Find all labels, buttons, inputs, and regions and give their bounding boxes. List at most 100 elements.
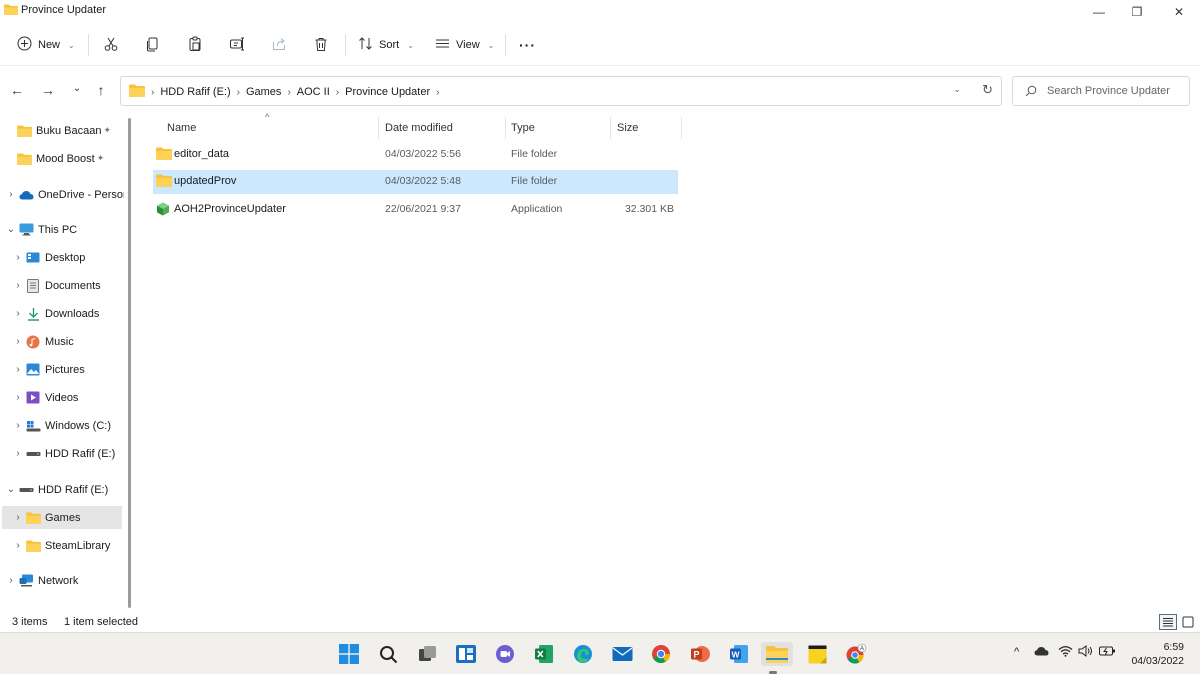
sidebar-item-hdd-rafif-e[interactable]: › HDD Rafif (E:)	[11, 442, 131, 465]
nav-pane-scrollbar[interactable]	[128, 118, 131, 608]
powerpoint-button[interactable]: P	[688, 642, 712, 666]
edge-button[interactable]	[571, 642, 595, 666]
start-button[interactable]	[337, 642, 361, 666]
sidebar-item-music[interactable]: › Music	[11, 330, 131, 353]
chevron-right-icon[interactable]: ›	[11, 252, 25, 263]
new-button[interactable]: New ⌄	[17, 33, 75, 57]
task-view-button[interactable]	[415, 642, 439, 666]
column-header-date[interactable]: Date modified	[385, 117, 453, 139]
sort-button[interactable]: Sort ⌄	[358, 33, 414, 57]
sidebar-item-videos[interactable]: › Videos	[11, 386, 131, 409]
breadcrumb-item[interactable]: Province Updater	[345, 86, 430, 98]
breadcrumb-separator[interactable]: ›	[287, 87, 290, 98]
column-header-type[interactable]: Type	[511, 117, 535, 139]
sidebar-item-desktop[interactable]: › Desktop	[11, 246, 131, 269]
sidebar-item-games[interactable]: › Games	[2, 506, 122, 529]
rename-button[interactable]	[229, 33, 245, 57]
column-divider[interactable]	[610, 117, 611, 139]
chevron-right-icon[interactable]: ›	[11, 420, 25, 431]
file-date: 22/06/2021 9:37	[385, 203, 461, 215]
forward-button[interactable]: →	[39, 81, 57, 99]
details-view-button[interactable]	[1159, 614, 1177, 630]
table-row[interactable]: editor_data 04/03/2022 5:56 File folder	[153, 143, 678, 167]
table-row[interactable]: updatedProv 04/03/2022 5:48 File folder	[153, 170, 678, 194]
sidebar-item-mood-boost[interactable]: Mood Boost ✦	[2, 147, 122, 170]
chrome-profile-button[interactable]: A	[844, 642, 868, 666]
separator	[505, 34, 506, 56]
search-input[interactable]	[1047, 83, 1185, 99]
address-bar[interactable]: › HDD Rafif (E:) › Games › AOC II › Prov…	[120, 76, 1002, 106]
sidebar-item-hdd-rafif-e-root[interactable]: ⌄ HDD Rafif (E:)	[4, 478, 124, 501]
breadcrumb-item[interactable]: Games	[246, 86, 281, 98]
column-divider[interactable]	[681, 117, 682, 139]
chevron-right-icon[interactable]: ›	[11, 280, 25, 291]
sidebar-item-label: Pictures	[45, 363, 85, 376]
column-divider[interactable]	[378, 117, 379, 139]
maximize-button[interactable]: ❐	[1117, 0, 1157, 24]
share-button[interactable]	[271, 33, 287, 57]
table-row[interactable]: AOH2ProvinceUpdater 22/06/2021 9:37 Appl…	[153, 198, 678, 222]
sidebar-item-windows-c[interactable]: › Windows (C:)	[11, 414, 131, 437]
excel-button[interactable]	[532, 642, 556, 666]
widgets-button[interactable]	[454, 642, 478, 666]
pin-icon: ✦	[103, 125, 111, 135]
up-button[interactable]: ↑	[92, 81, 110, 99]
tiles-view-button[interactable]	[1179, 614, 1197, 630]
minimize-button[interactable]: —	[1079, 0, 1119, 24]
paste-button[interactable]	[187, 33, 203, 57]
teams-chat-button[interactable]	[493, 642, 517, 666]
word-button[interactable]: W	[727, 642, 751, 666]
chevron-right-icon[interactable]: ›	[11, 308, 25, 319]
search-button[interactable]	[376, 642, 400, 666]
sidebar-item-label: Downloads	[45, 307, 100, 320]
more-options-button[interactable]: ···	[519, 33, 536, 57]
chevron-down-icon[interactable]: ⌄	[4, 224, 18, 235]
battery-icon[interactable]	[1099, 645, 1116, 660]
chevron-down-icon[interactable]: ⌄	[4, 484, 18, 495]
sidebar-item-buku-bacaan[interactable]: Buku Bacaan ✦	[2, 119, 122, 142]
column-header-size[interactable]: Size	[617, 117, 638, 139]
breadcrumb-separator[interactable]: ›	[436, 87, 439, 98]
chevron-right-icon[interactable]: ›	[11, 448, 25, 459]
breadcrumb-separator[interactable]: ›	[336, 87, 339, 98]
clock[interactable]: 6:59 04/03/2022	[1131, 640, 1184, 668]
sidebar-item-network[interactable]: › Network	[4, 569, 124, 592]
chevron-right-icon[interactable]: ›	[11, 512, 25, 523]
chevron-right-icon[interactable]: ›	[11, 364, 25, 375]
chevron-right-icon[interactable]: ›	[4, 189, 18, 200]
chevron-right-icon[interactable]: ›	[11, 540, 25, 551]
file-explorer-button[interactable]	[761, 642, 793, 666]
close-button[interactable]: ✕	[1159, 0, 1199, 24]
volume-icon[interactable]	[1078, 645, 1093, 660]
wifi-icon[interactable]	[1058, 645, 1073, 660]
cut-button[interactable]	[103, 33, 119, 57]
onedrive-tray-icon[interactable]	[1034, 645, 1049, 659]
show-hidden-icons-button[interactable]: ^	[1014, 646, 1019, 658]
chrome-button[interactable]	[649, 642, 673, 666]
copy-button[interactable]	[145, 33, 161, 57]
chevron-right-icon[interactable]: ›	[11, 336, 25, 347]
column-divider[interactable]	[505, 117, 506, 139]
sidebar-item-documents[interactable]: › Documents	[11, 274, 131, 297]
column-header-name[interactable]: Name	[167, 117, 196, 139]
sidebar-item-this-pc[interactable]: ⌄ This PC	[4, 218, 124, 241]
view-button[interactable]: View ⌄	[435, 33, 494, 57]
chrome-profile-icon: A	[846, 643, 867, 664]
chevron-right-icon[interactable]: ›	[11, 392, 25, 403]
breadcrumb-separator[interactable]: ›	[237, 87, 240, 98]
sidebar-item-onedrive[interactable]: › OneDrive - Personal	[4, 183, 124, 206]
sidebar-item-pictures[interactable]: › Pictures	[11, 358, 131, 381]
delete-button[interactable]	[313, 33, 329, 57]
breadcrumb-item[interactable]: HDD Rafif (E:)	[160, 86, 230, 98]
sidebar-item-steamlibrary[interactable]: › SteamLibrary	[11, 534, 131, 557]
chevron-right-icon[interactable]: ›	[4, 575, 18, 586]
back-button[interactable]: ←	[8, 81, 26, 99]
breadcrumb-item[interactable]: AOC II	[297, 86, 330, 98]
recent-locations-button[interactable]: ⌄	[68, 79, 86, 97]
sidebar-item-downloads[interactable]: › Downloads	[11, 302, 131, 325]
search-box[interactable]	[1012, 76, 1190, 106]
mail-button[interactable]	[610, 642, 634, 666]
chevron-down-icon[interactable]: ⌄	[953, 84, 961, 95]
refresh-icon[interactable]: ↻	[982, 82, 993, 98]
sticky-notes-button[interactable]	[805, 642, 829, 666]
